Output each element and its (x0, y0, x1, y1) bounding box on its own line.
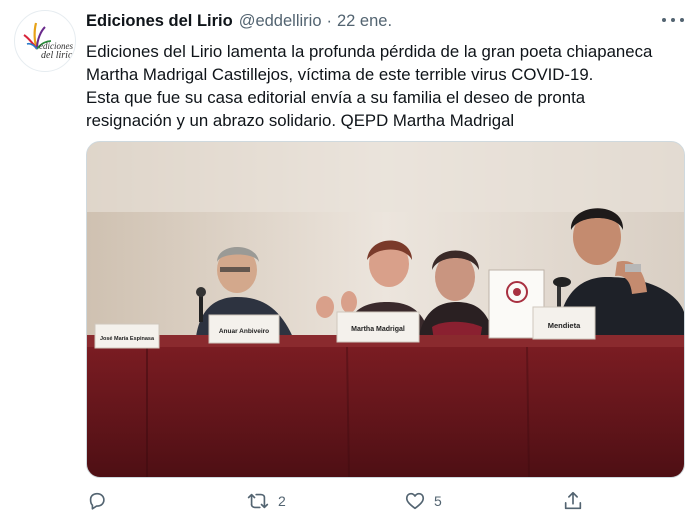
profile-avatar[interactable]: ediciones del lirio (14, 10, 76, 72)
name-placard: Anuar Anbiveiro (208, 314, 280, 344)
share-button[interactable] (562, 488, 584, 514)
tweet-header: Ediciones del Lirio @eddellirio · 22 ene… (86, 10, 680, 32)
tweet-text: Ediciones del Lirio lamenta la profunda … (86, 40, 686, 132)
reply-button[interactable] (86, 488, 108, 514)
svg-text:del lirio: del lirio (41, 50, 73, 61)
more-dot (662, 18, 666, 22)
tweet-text-line: resignación y un abrazo solidario. QEPD … (86, 111, 515, 130)
reply-icon (89, 492, 105, 510)
name-placard: Martha Madrigal (336, 311, 420, 343)
retweet-button[interactable]: 2 (246, 488, 286, 514)
like-count: 5 (434, 493, 442, 509)
tweet-card: ediciones del lirio Ediciones del Lirio … (0, 0, 700, 524)
tweet-text-line: Esta que fue su casa editorial envía a s… (86, 88, 586, 107)
like-button[interactable]: 5 (404, 488, 442, 514)
share-icon (564, 491, 582, 510)
event-photo-illustration: José María Espinasa Anuar Anbiveiro Mart… (87, 142, 684, 477)
more-dot (671, 18, 675, 22)
tweet-text-line: Martha Madrigal Castillejos, víctima de … (86, 65, 594, 84)
lirio-logo-icon: ediciones del lirio (23, 22, 73, 61)
more-dot (680, 18, 684, 22)
more-options-icon[interactable] (662, 12, 684, 28)
svg-text:Martha Madrigal: Martha Madrigal (351, 326, 405, 333)
svg-text:Anuar Anbiveiro: Anuar Anbiveiro (219, 328, 269, 335)
svg-text:José María Espinasa: José María Espinasa (100, 336, 155, 342)
name-placard: Mendieta (532, 306, 596, 340)
name-placard: José María Espinasa (94, 323, 160, 349)
tweet-actions: 2 5 (86, 488, 606, 514)
tweet-text-line: Ediciones del Lirio lamenta la profunda … (86, 42, 653, 61)
display-name[interactable]: Ediciones del Lirio (86, 12, 233, 31)
tweet-photo[interactable]: José María Espinasa Anuar Anbiveiro Mart… (86, 141, 685, 478)
heart-icon (405, 492, 425, 510)
retweet-count: 2 (278, 493, 286, 509)
timestamp[interactable]: 22 ene. (337, 12, 392, 31)
separator: · (326, 11, 333, 30)
user-handle[interactable]: @eddellirio (239, 12, 322, 31)
svg-text:Mendieta: Mendieta (548, 321, 581, 330)
retweet-icon (247, 493, 269, 509)
